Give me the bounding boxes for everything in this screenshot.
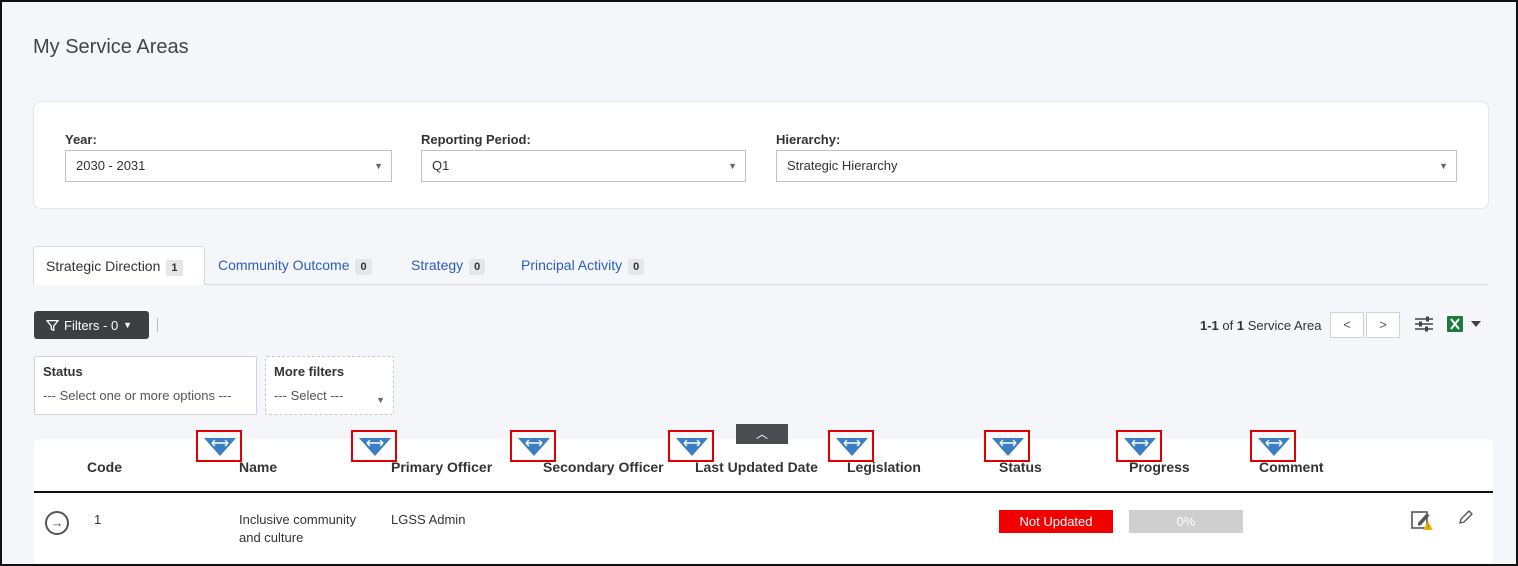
- chevron-down-icon: ▼: [123, 320, 133, 330]
- chevron-up-icon: ︿: [755, 427, 768, 441]
- resize-arrows-icon: [1258, 438, 1290, 456]
- pager-total: 1: [1236, 318, 1245, 333]
- tab-count-badge: 0: [628, 259, 645, 275]
- resize-arrows-icon: [676, 438, 708, 456]
- progress-bar: 0%: [1129, 510, 1243, 533]
- tab-label: Principal Activity: [521, 257, 623, 273]
- more-filters[interactable]: More filters --- Select --- ▼: [265, 356, 394, 415]
- pager-unit: Service Area: [1247, 318, 1322, 333]
- hierarchy-label: Hierarchy:: [776, 132, 841, 147]
- page-title: My Service Areas: [33, 36, 189, 58]
- status-filter-label: Status: [43, 364, 83, 379]
- col-header-code[interactable]: Code: [87, 459, 122, 475]
- status-filter-placeholder: --- Select one or more options ---: [43, 388, 232, 403]
- funnel-icon: [46, 319, 59, 331]
- reporting-period-field: Reporting Period: Q1 ▼: [421, 132, 746, 182]
- cell-primary-officer: LGSS Admin: [391, 512, 466, 527]
- progress-label: 0%: [1176, 514, 1196, 529]
- year-field: Year: 2030 - 2031 ▼: [65, 132, 392, 182]
- col-header-name[interactable]: Name: [239, 459, 277, 475]
- dropdown-caret-icon: ▼: [376, 395, 385, 405]
- header-divider: [34, 491, 1493, 493]
- resize-arrows-icon: [204, 438, 236, 456]
- more-filters-placeholder: --- Select ---: [274, 388, 344, 403]
- tab-principal-activity[interactable]: Principal Activity 0: [509, 246, 656, 285]
- col-header-primary-officer[interactable]: Primary Officer: [391, 459, 492, 475]
- resize-arrows-icon: [359, 438, 391, 456]
- col-header-secondary-officer[interactable]: Secondary Officer: [543, 459, 664, 475]
- hierarchy-select[interactable]: Strategic Hierarchy ▼: [776, 150, 1457, 182]
- cell-name[interactable]: Inclusive community and culture: [239, 511, 379, 547]
- excel-export-button[interactable]: [1446, 315, 1482, 338]
- edit-row-button[interactable]: [1457, 508, 1475, 531]
- column-resize-marker[interactable]: [828, 430, 874, 462]
- tab-label: Community Outcome: [218, 257, 350, 273]
- filters-label: Filters - 0: [64, 317, 119, 333]
- tab-community-outcome[interactable]: Community Outcome 0: [206, 246, 384, 285]
- pencil-icon: [1459, 510, 1473, 524]
- tab-strategic-direction[interactable]: Strategic Direction 1: [33, 246, 205, 285]
- excel-icon: [1447, 316, 1481, 332]
- dropdown-caret-icon: ▼: [728, 161, 737, 171]
- column-resize-marker[interactable]: [196, 430, 242, 462]
- tab-strategy[interactable]: Strategy 0: [399, 246, 497, 285]
- next-page-button[interactable]: >: [1366, 312, 1400, 338]
- resize-arrows-icon: [992, 438, 1024, 456]
- reporting-period-select[interactable]: Q1 ▼: [421, 150, 746, 182]
- tab-count-badge: 0: [355, 259, 372, 275]
- update-status-button[interactable]: !: [1411, 509, 1435, 536]
- more-filters-label: More filters: [274, 364, 345, 379]
- pager-range: 1-1: [1200, 318, 1219, 333]
- resize-arrows-icon: [1124, 438, 1156, 456]
- column-resize-marker[interactable]: [668, 430, 714, 462]
- sliders-icon: [1415, 316, 1433, 332]
- column-settings-button[interactable]: [1414, 315, 1434, 338]
- pager-of: of: [1222, 318, 1234, 333]
- hierarchy-tabs: Strategic Direction 1 Community Outcome 0 …: [33, 246, 1489, 285]
- year-value: 2030 - 2031: [76, 158, 146, 173]
- tab-label: Strategy: [411, 257, 464, 273]
- arrow-right-circle-icon: →: [50, 515, 64, 530]
- edit-note-warning-icon: !: [1411, 511, 1433, 531]
- tab-label: Strategic Direction: [46, 258, 161, 274]
- year-select[interactable]: 2030 - 2031 ▼: [65, 150, 392, 182]
- expand-row-button[interactable]: →: [45, 511, 69, 535]
- toolbar-divider: [157, 318, 158, 332]
- chevron-right-icon: >: [1379, 317, 1387, 332]
- tab-count-badge: 0: [469, 259, 486, 275]
- hierarchy-field: Hierarchy: Strategic Hierarchy ▼: [776, 132, 1457, 182]
- column-resize-marker[interactable]: [510, 430, 556, 462]
- hierarchy-filter-card: Year: 2030 - 2031 ▼ Reporting Period: Q1…: [33, 101, 1489, 209]
- dropdown-caret-icon: ▼: [1439, 161, 1448, 171]
- reporting-period-value: Q1: [432, 158, 450, 173]
- hierarchy-value: Strategic Hierarchy: [787, 158, 898, 173]
- cell-code: 1: [94, 512, 102, 527]
- chevron-left-icon: <: [1343, 317, 1351, 332]
- column-resize-marker[interactable]: [351, 430, 397, 462]
- prev-page-button[interactable]: <: [1330, 312, 1364, 338]
- resize-arrows-icon: [518, 438, 550, 456]
- resize-arrows-icon: [836, 438, 868, 456]
- column-resize-marker[interactable]: [984, 430, 1030, 462]
- pager-summary: 1-1 of 1 Service Area: [1200, 318, 1321, 333]
- column-resize-marker[interactable]: [1250, 430, 1296, 462]
- filters-button[interactable]: Filters - 0 ▼: [34, 311, 149, 339]
- status-filter[interactable]: Status --- Select one or more options --…: [34, 356, 257, 415]
- dropdown-caret-icon: ▼: [374, 161, 383, 171]
- reporting-period-label: Reporting Period:: [421, 132, 531, 147]
- status-badge: Not Updated: [999, 510, 1113, 533]
- collapse-filters-button[interactable]: ︿: [736, 424, 788, 444]
- year-label: Year:: [65, 132, 97, 147]
- tab-count-badge: 1: [166, 260, 183, 276]
- column-resize-marker[interactable]: [1116, 430, 1162, 462]
